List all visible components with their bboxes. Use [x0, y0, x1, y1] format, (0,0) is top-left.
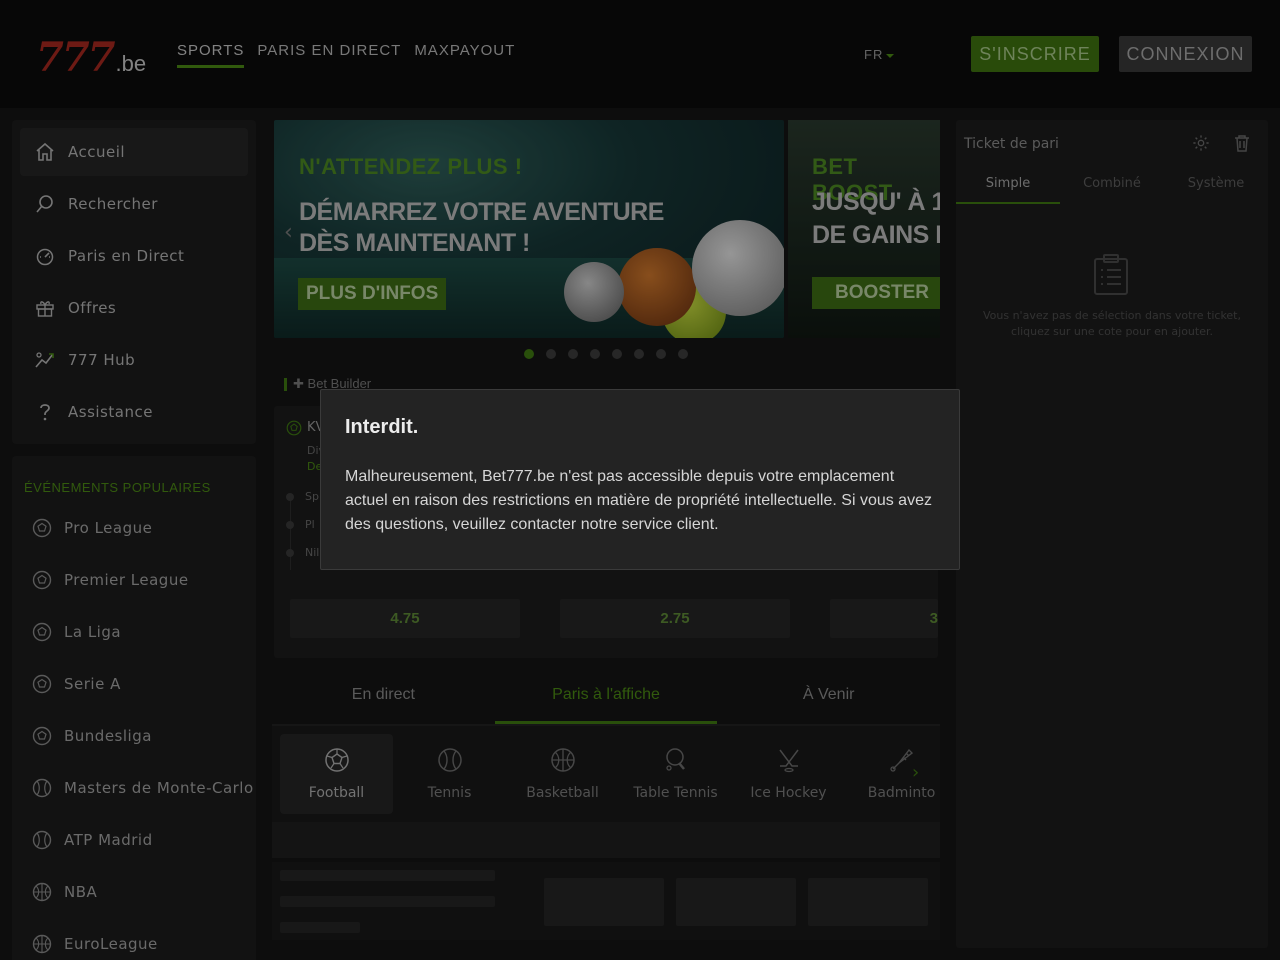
modal-title: Interdit.	[345, 416, 419, 438]
modal-body: Malheureusement, Bet777.be n'est pas acc…	[345, 468, 932, 533]
forbidden-modal: Interdit. Malheureusement, Bet777.be n'e…	[320, 389, 960, 570]
